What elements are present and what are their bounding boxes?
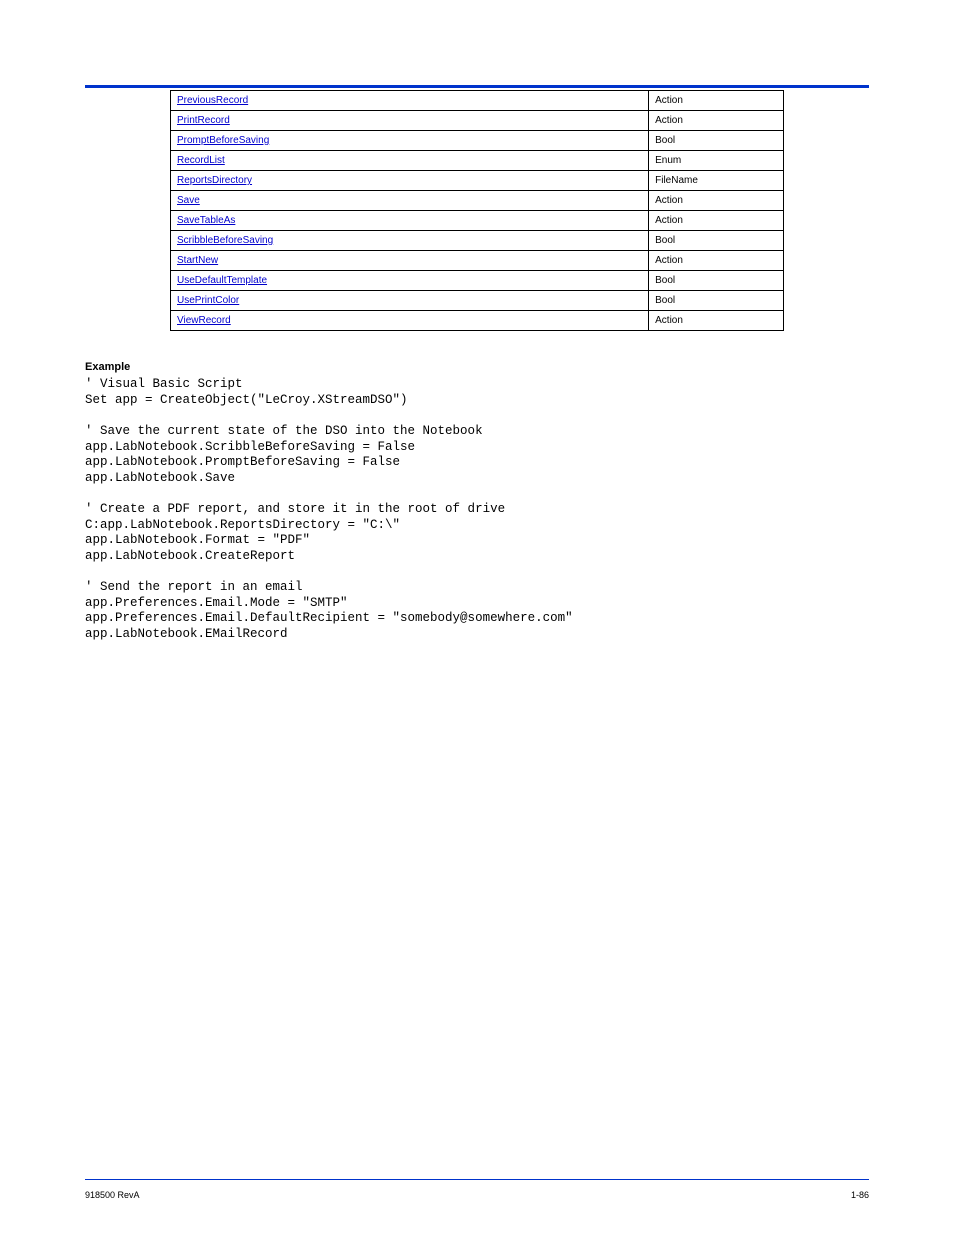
cvar-name[interactable]: PreviousRecord bbox=[171, 91, 649, 111]
table-row: PromptBeforeSavingBool bbox=[171, 131, 784, 151]
table-row: ViewRecordAction bbox=[171, 311, 784, 331]
cvar-type: Action bbox=[649, 91, 784, 111]
cvar-type: Enum bbox=[649, 151, 784, 171]
example-label: Example bbox=[85, 361, 784, 373]
cvar-type: Action bbox=[649, 311, 784, 331]
cvar-name[interactable]: ViewRecord bbox=[171, 311, 649, 331]
table-row: PreviousRecordAction bbox=[171, 91, 784, 111]
cvar-type: FileName bbox=[649, 171, 784, 191]
cvar-name[interactable]: StartNew bbox=[171, 251, 649, 271]
table-row: SaveAction bbox=[171, 191, 784, 211]
cvar-name[interactable]: SaveTableAs bbox=[171, 211, 649, 231]
cvar-name[interactable]: RecordList bbox=[171, 151, 649, 171]
main-content: PreviousRecordActionPrintRecordActionPro… bbox=[170, 90, 784, 643]
cvar-table: PreviousRecordActionPrintRecordActionPro… bbox=[170, 90, 784, 331]
cvar-name[interactable]: Save bbox=[171, 191, 649, 211]
table-row: SaveTableAsAction bbox=[171, 211, 784, 231]
cvar-name[interactable]: UseDefaultTemplate bbox=[171, 271, 649, 291]
cvar-type: Bool bbox=[649, 131, 784, 151]
table-row: UsePrintColorBool bbox=[171, 291, 784, 311]
cvar-name[interactable]: PrintRecord bbox=[171, 111, 649, 131]
cvar-name[interactable]: ReportsDirectory bbox=[171, 171, 649, 191]
cvar-type: Action bbox=[649, 251, 784, 271]
footer-right: 1-86 bbox=[851, 1190, 869, 1200]
cvar-type: Bool bbox=[649, 291, 784, 311]
table-row: StartNewAction bbox=[171, 251, 784, 271]
table-row: ReportsDirectoryFileName bbox=[171, 171, 784, 191]
footer-left: 918500 RevA bbox=[85, 1190, 140, 1200]
cvar-type: Bool bbox=[649, 271, 784, 291]
cvar-type: Action bbox=[649, 111, 784, 131]
cvar-name[interactable]: UsePrintColor bbox=[171, 291, 649, 311]
table-row: RecordListEnum bbox=[171, 151, 784, 171]
code-block: ' Visual Basic Script Set app = CreateOb… bbox=[85, 377, 784, 643]
cvar-name[interactable]: ScribbleBeforeSaving bbox=[171, 231, 649, 251]
cvar-type: Action bbox=[649, 191, 784, 211]
cvar-name[interactable]: PromptBeforeSaving bbox=[171, 131, 649, 151]
table-row: UseDefaultTemplateBool bbox=[171, 271, 784, 291]
cvar-type: Bool bbox=[649, 231, 784, 251]
table-row: PrintRecordAction bbox=[171, 111, 784, 131]
top-rule bbox=[85, 85, 869, 88]
table-row: ScribbleBeforeSavingBool bbox=[171, 231, 784, 251]
bottom-rule bbox=[85, 1179, 869, 1180]
cvar-type: Action bbox=[649, 211, 784, 231]
